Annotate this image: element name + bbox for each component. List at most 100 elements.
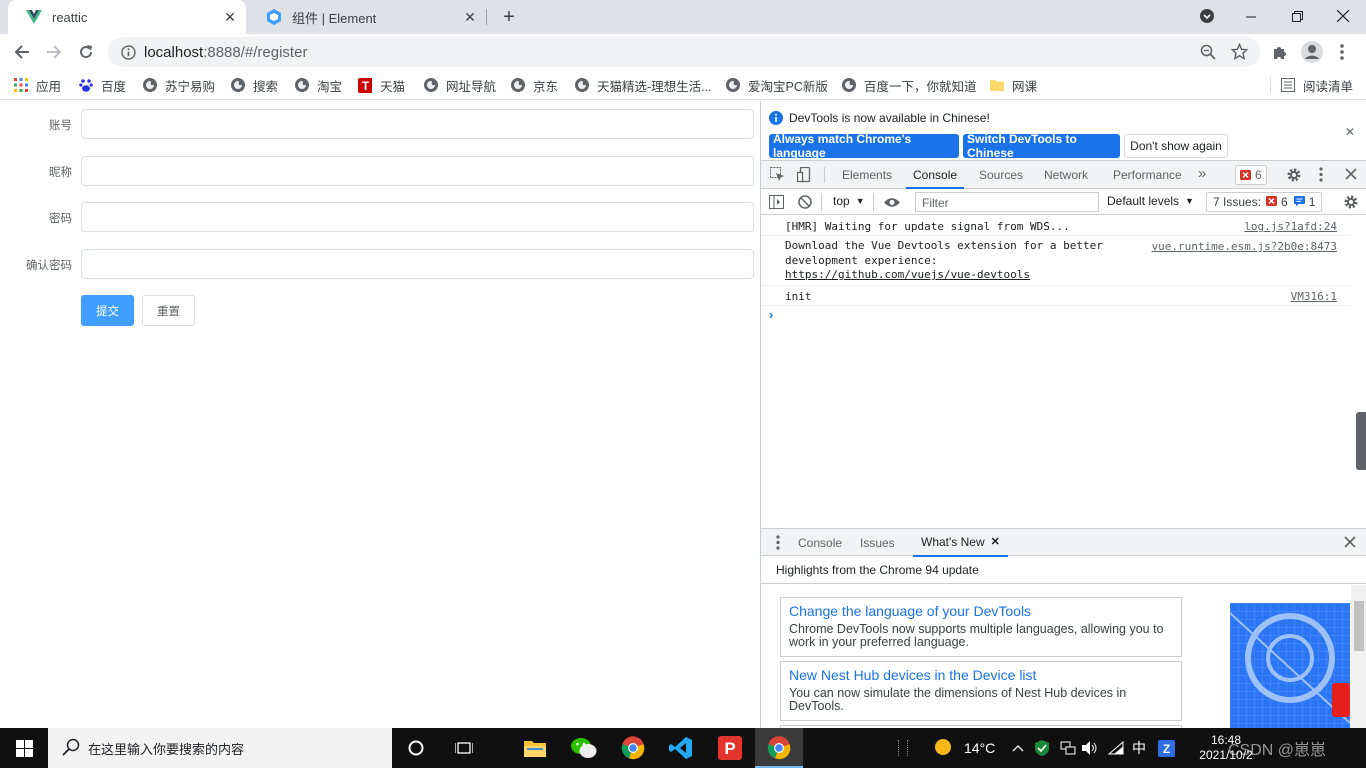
customize-menu-icon[interactable] — [1319, 167, 1323, 185]
switch-to-chinese-button[interactable]: Switch DevTools to Chinese — [963, 132, 1120, 160]
bookmark-apps[interactable]: 应用 — [14, 76, 61, 94]
context-selector[interactable]: top ▼ — [833, 194, 865, 208]
issues-counter[interactable]: 7 Issues: 6 1 — [1206, 192, 1323, 212]
log-levels-dropdown[interactable]: Default levels ▼ — [1107, 194, 1194, 208]
drawer-tab-issues[interactable]: Issues — [860, 529, 895, 557]
message-source-link[interactable]: vue.runtime.esm.js?2b0e:8473 — [1152, 239, 1337, 254]
input-method-indicator[interactable]: 中 — [1132, 728, 1146, 768]
new-tab-button[interactable]: + — [496, 4, 522, 30]
close-tab-icon[interactable]: ✕ — [460, 7, 480, 27]
bookmark-folder-courses[interactable]: 网课 — [990, 76, 1037, 94]
error-counter[interactable]: 6 — [1235, 165, 1267, 185]
security-shield-icon[interactable] — [1035, 728, 1049, 768]
network-wired-icon[interactable] — [1060, 728, 1076, 768]
chrome-active-icon[interactable] — [755, 728, 803, 768]
message-source-link[interactable]: log.js?1afd:24 — [1244, 219, 1337, 234]
bookmark-jd[interactable]: 京东 — [511, 76, 558, 94]
tab-network[interactable]: Network — [1044, 161, 1088, 189]
bookmark-baidu-search[interactable]: 百度一下，你就知道 — [842, 76, 977, 94]
clock[interactable]: 16:48 2021/10/2 — [1190, 728, 1262, 768]
forward-icon[interactable] — [39, 37, 69, 67]
bookmark-search[interactable]: 搜索 — [231, 76, 278, 94]
live-expression-eye-icon[interactable] — [884, 196, 900, 211]
taskbar-search-box[interactable]: 在这里输入你要搜索的内容 — [48, 728, 392, 768]
address-bar[interactable]: localhost:8888/#/register — [108, 37, 1260, 67]
whats-new-card[interactable]: Change the language of your DevTools Chr… — [780, 597, 1182, 657]
profile-avatar-icon[interactable] — [1297, 37, 1327, 67]
nickname-input[interactable] — [81, 156, 754, 186]
bookmark-baidu[interactable]: 百度 — [79, 76, 126, 94]
back-icon[interactable] — [7, 37, 37, 67]
chrome-icon[interactable] — [609, 728, 657, 768]
bookmark-tmall-select[interactable]: 天猫精选-理想生活... — [575, 76, 712, 94]
close-tab-icon[interactable]: ✕ — [991, 528, 1000, 556]
reload-icon[interactable] — [71, 37, 101, 67]
tab-search-icon[interactable] — [1184, 0, 1230, 32]
dont-show-again-button[interactable]: Don't show again — [1124, 134, 1228, 158]
bookmark-suning[interactable]: 苏宁易购 — [143, 76, 215, 94]
file-explorer-icon[interactable] — [511, 728, 559, 768]
tab-performance[interactable]: Performance — [1113, 161, 1182, 189]
wps-pdf-icon[interactable]: P — [706, 728, 754, 768]
weather-widget[interactable]: 14°C — [934, 728, 995, 768]
inspect-element-icon[interactable] — [770, 167, 785, 185]
account-input[interactable] — [81, 109, 754, 139]
bookmark-taobao[interactable]: 淘宝 — [295, 76, 342, 94]
info-icon[interactable] — [120, 44, 136, 60]
minimize-icon[interactable] — [1228, 0, 1274, 32]
zoom-icon[interactable] — [1200, 44, 1216, 63]
close-devtools-icon[interactable] — [1345, 168, 1357, 183]
drawer-menu-icon[interactable] — [776, 535, 780, 553]
always-match-language-button[interactable]: Always match Chrome's language — [769, 132, 959, 160]
scrollbar-thumb[interactable] — [1354, 601, 1364, 651]
tab-sources[interactable]: Sources — [979, 161, 1023, 189]
close-tab-icon[interactable]: ✕ — [220, 7, 240, 27]
task-view-icon[interactable] — [440, 728, 488, 768]
confirm-password-input[interactable] — [81, 249, 754, 279]
drawer-scrollbar[interactable] — [1351, 585, 1366, 728]
console-input[interactable] — [785, 306, 1345, 324]
volume-icon[interactable] — [1082, 728, 1098, 768]
sidebar-toggle-icon[interactable] — [769, 195, 784, 212]
console-prompt-icon[interactable]: › — [769, 307, 773, 322]
tab-console[interactable]: Console — [906, 161, 965, 189]
reading-list-button[interactable]: 阅读清单 — [1281, 76, 1353, 94]
browser-tab-element[interactable]: 组件 | Element ✕ — [248, 0, 486, 34]
chrome-menu-icon[interactable] — [1327, 37, 1357, 67]
start-windows-icon[interactable] — [0, 728, 48, 768]
bookmark-star-icon[interactable] — [1230, 42, 1249, 63]
drawer-tab-console[interactable]: Console — [798, 529, 842, 557]
tab-elements[interactable]: Elements — [842, 161, 892, 189]
submit-button[interactable]: 提交 — [81, 295, 134, 326]
close-infobar-icon[interactable]: ✕ — [1345, 125, 1355, 139]
cortana-icon[interactable] — [392, 728, 440, 768]
message-source-link[interactable]: VM316:1 — [1291, 289, 1337, 304]
card-title-link[interactable]: New Nest Hub devices in the Device list — [789, 667, 1036, 683]
close-drawer-icon[interactable] — [1344, 536, 1356, 551]
clear-console-icon[interactable] — [798, 195, 812, 212]
reset-button[interactable]: 重置 — [142, 295, 195, 326]
vscode-icon[interactable] — [657, 728, 705, 768]
console-filter-input[interactable]: Filter — [915, 192, 1099, 212]
device-toolbar-icon[interactable] — [796, 166, 812, 186]
devtools-extension-link[interactable]: https://github.com/vuejs/vue-devtools — [785, 268, 1103, 283]
close-window-icon[interactable] — [1320, 0, 1366, 32]
show-hidden-icons-chevron-icon[interactable] — [1012, 728, 1024, 768]
ime-toolbar-icon[interactable]: Z — [1158, 728, 1175, 768]
restore-icon[interactable] — [1274, 0, 1320, 32]
browser-tab-reattic[interactable]: reattic ✕ — [8, 0, 246, 34]
console-settings-gear-icon[interactable] — [1343, 194, 1359, 213]
bookmark-aitaobao[interactable]: 爱淘宝PC新版 — [726, 76, 828, 94]
scrollbar-thumb[interactable] — [1356, 412, 1366, 470]
bookmark-tmall[interactable]: T 天猫 — [358, 76, 405, 94]
extensions-puzzle-icon[interactable] — [1265, 37, 1295, 67]
bookmark-nav[interactable]: 网址导航 — [424, 76, 496, 94]
password-input[interactable] — [81, 202, 754, 232]
card-title-link[interactable]: Change the language of your DevTools — [789, 603, 1031, 619]
settings-gear-icon[interactable] — [1286, 167, 1302, 186]
wechat-icon[interactable] — [560, 728, 608, 768]
drawer-tab-whats-new[interactable]: What's New ✕ — [913, 529, 1008, 557]
whats-new-card[interactable]: New Nest Hub devices in the Device list … — [780, 661, 1182, 721]
more-tabs-icon[interactable]: » — [1198, 165, 1206, 182]
wifi-icon[interactable] — [1108, 728, 1124, 768]
